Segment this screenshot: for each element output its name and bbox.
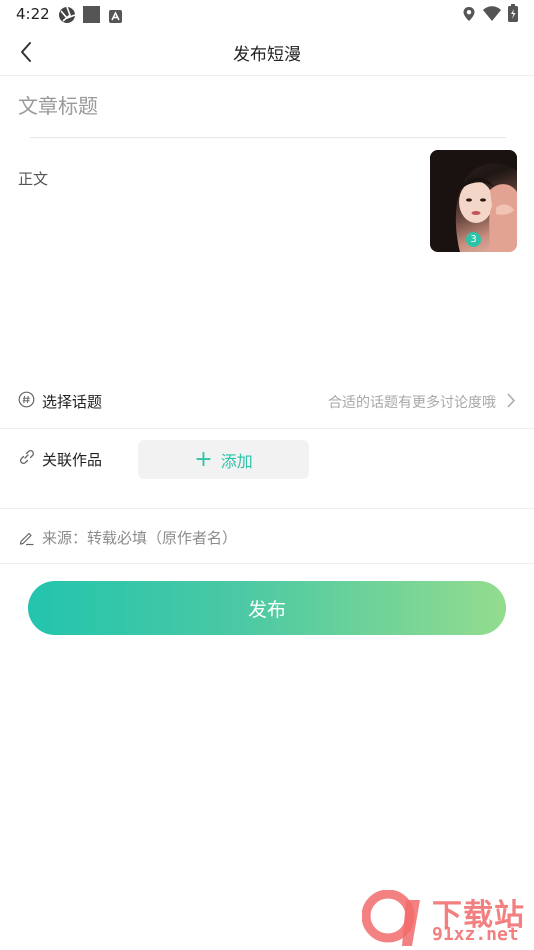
image-thumbnail[interactable]: 3 — [430, 150, 517, 252]
row-divider — [0, 563, 534, 564]
battery-icon — [508, 4, 518, 26]
status-bar: 4:22 — [0, 0, 534, 28]
pen-icon — [18, 529, 35, 550]
source-input[interactable] — [42, 526, 502, 550]
plus-icon: + — [194, 446, 213, 472]
watermark-logo — [361, 889, 428, 950]
square-icon — [83, 6, 100, 27]
status-time: 4:22 — [16, 5, 50, 23]
topic-row[interactable]: 选择话题 合适的话题有更多讨论度哦 — [0, 380, 534, 428]
wifi-icon — [483, 6, 501, 25]
row-divider — [0, 508, 534, 509]
topic-hash-icon — [18, 391, 35, 412]
app-header: 发布短漫 — [0, 28, 534, 76]
related-works-label: 关联作品 — [42, 451, 103, 469]
add-related-work-button[interactable]: + 添加 — [138, 440, 309, 479]
publish-button[interactable]: 发布 — [28, 581, 506, 635]
link-icon — [18, 448, 35, 469]
page-title: 发布短漫 — [233, 45, 301, 65]
article-title-input[interactable] — [18, 88, 508, 124]
title-divider — [30, 137, 506, 138]
a-badge-icon — [109, 8, 122, 27]
add-label: 添加 — [220, 451, 253, 471]
watermark: 下载站 91xz.net — [361, 886, 534, 950]
aperture-icon — [58, 6, 76, 28]
location-icon — [462, 6, 476, 26]
topic-label: 选择话题 — [42, 393, 103, 411]
watermark-url: 91xz.net — [432, 924, 519, 945]
chevron-right-icon — [506, 392, 516, 413]
image-count-badge: 3 — [466, 232, 481, 247]
row-divider — [0, 428, 534, 429]
topic-hint: 合适的话题有更多讨论度哦 — [328, 395, 496, 411]
article-body-input[interactable] — [18, 168, 418, 348]
